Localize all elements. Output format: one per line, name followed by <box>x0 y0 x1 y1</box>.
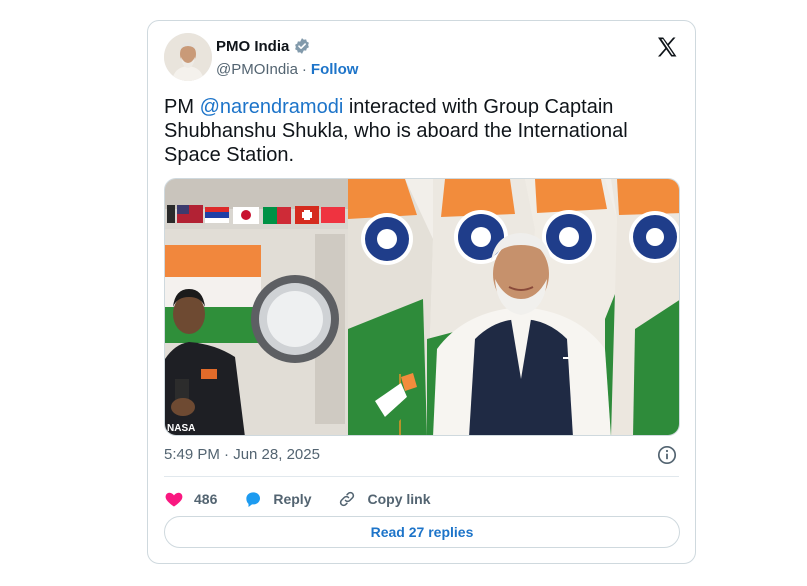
divider <box>164 476 679 477</box>
media-photo: NASA <box>165 179 679 435</box>
heart-icon <box>165 492 183 507</box>
tweet-text: PM @narendramodi interacted with Group C… <box>164 95 664 167</box>
reply-button[interactable]: Reply <box>243 489 311 509</box>
like-count: 486 <box>194 491 218 507</box>
action-bar: 486 Reply Copy link <box>164 484 431 514</box>
info-icon[interactable] <box>657 445 677 465</box>
copy-link-label: Copy link <box>367 491 431 507</box>
reply-bubble-icon <box>246 492 261 507</box>
tweet-media-image[interactable]: NASA <box>164 178 680 436</box>
mention-link[interactable]: @narendramodi <box>200 96 344 118</box>
author-avatar[interactable] <box>164 33 212 81</box>
tweet-card: PMO India @PMOIndia · Follow PM @narendr… <box>147 20 696 564</box>
nasa-watermark: NASA <box>167 423 195 434</box>
copy-link-button[interactable]: Copy link <box>337 489 431 509</box>
follow-button[interactable]: Follow <box>311 61 359 78</box>
verified-badge-icon <box>293 37 311 55</box>
author-name[interactable]: PMO India <box>216 38 289 55</box>
author-handle[interactable]: @PMOIndia <box>216 61 298 78</box>
avatar-portrait <box>164 33 212 81</box>
x-logo-icon[interactable] <box>655 35 679 59</box>
tweet-text-prefix: PM <box>164 96 200 118</box>
reply-label: Reply <box>273 491 312 507</box>
handle-separator: · <box>301 61 307 78</box>
like-button[interactable]: 486 <box>164 489 217 509</box>
read-replies-button[interactable]: Read 27 replies <box>164 516 680 548</box>
link-icon <box>340 491 355 507</box>
tweet-timestamp[interactable]: 5:49 PM · Jun 28, 2025 <box>164 446 320 463</box>
